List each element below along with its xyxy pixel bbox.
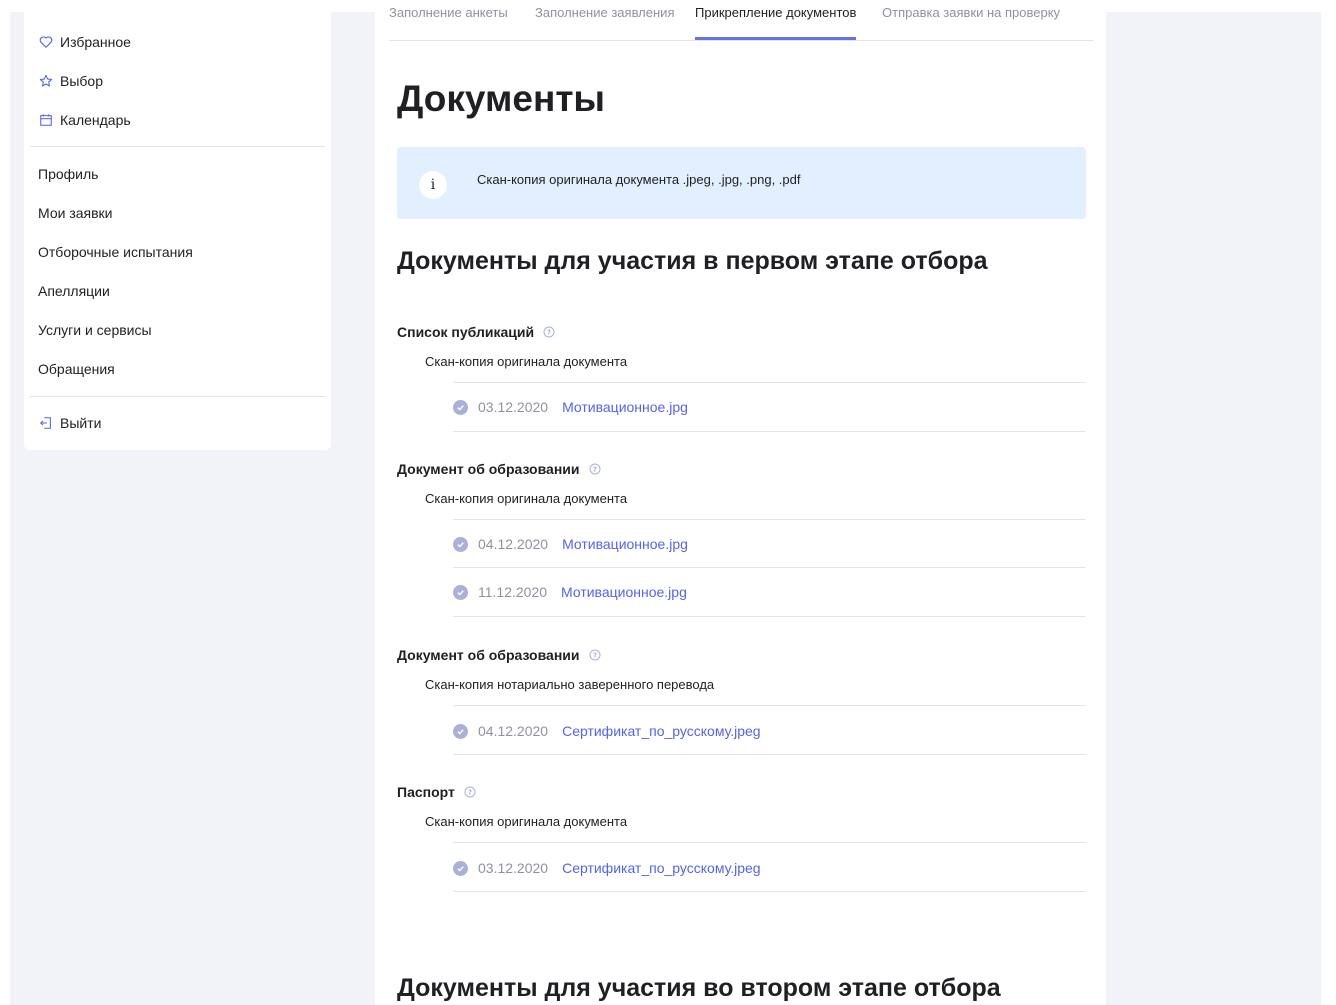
sidebar-item-services[interactable]: Услуги и сервисы (38, 320, 152, 340)
check-icon (453, 723, 468, 739)
sidebar-item-label: Профиль (38, 166, 99, 182)
divider (453, 616, 1086, 617)
check-icon (453, 860, 468, 876)
divider (453, 382, 1086, 383)
logout-button[interactable]: Выйти (38, 413, 101, 433)
logout-label: Выйти (60, 415, 102, 431)
document-group: Список публикаций ? Скан-копия оригинала… (397, 322, 1086, 432)
sidebar: Избранное Выбор Календарь Профиль Мои за… (24, 12, 331, 450)
sidebar-item-choice[interactable]: Выбор (38, 71, 103, 91)
divider (453, 431, 1086, 432)
document-group-title-text: Паспорт (397, 784, 455, 800)
file-row: 11.12.2020 Мотивационное.jpg (453, 582, 687, 602)
tab-attach-documents[interactable]: Прикрепление документов (695, 5, 857, 41)
document-group: Паспорт ? Скан-копия оригинала документа… (397, 782, 1086, 892)
file-row: 03.12.2020 Сертификат_по_русскому.jpeg (453, 858, 761, 878)
file-date: 03.12.2020 (478, 860, 549, 876)
svg-text:?: ? (547, 329, 551, 337)
svg-text:?: ? (592, 652, 596, 660)
sidebar-item-appeals[interactable]: Апелляции (38, 281, 110, 301)
document-group-title-text: Документ об образовании (397, 647, 580, 663)
section-title-first-stage: Документы для участия в первом этапе отб… (397, 247, 988, 275)
sidebar-divider (30, 146, 325, 147)
document-group: Документ об образовании ? Скан-копия нот… (397, 645, 1086, 755)
tab-statement[interactable]: Заполнение заявления (535, 5, 674, 41)
divider (453, 842, 1086, 843)
svg-text:?: ? (592, 466, 596, 474)
star-icon (38, 73, 54, 89)
document-group-subtitle: Скан-копия нотариально заверенного перев… (425, 677, 715, 692)
document-group-title-text: Список публикаций (397, 324, 535, 340)
sidebar-item-label: Отборочные испытания (38, 244, 193, 260)
sidebar-item-label: Избранное (60, 34, 131, 50)
info-icon: i (419, 171, 447, 199)
sidebar-divider (30, 396, 325, 397)
file-link[interactable]: Мотивационное.jpg (561, 584, 687, 600)
divider (453, 891, 1086, 892)
file-date: 04.12.2020 (478, 723, 549, 739)
sidebar-item-label: Календарь (60, 112, 131, 128)
divider (453, 567, 1086, 568)
info-text: Скан-копия оригинала документа .jpeg, .j… (477, 172, 801, 187)
sidebar-item-favorites[interactable]: Избранное (38, 32, 131, 52)
file-row: 03.12.2020 Мотивационное.jpg (453, 397, 688, 417)
help-icon[interactable]: ? (589, 649, 601, 661)
file-date: 03.12.2020 (478, 399, 549, 415)
document-group-subtitle: Скан-копия оригинала документа (425, 354, 628, 369)
sidebar-item-selection-tests[interactable]: Отборочные испытания (38, 242, 193, 262)
sidebar-item-label: Мои заявки (38, 205, 113, 221)
tab-questionnaire[interactable]: Заполнение анкеты (389, 5, 508, 41)
document-group-title: Паспорт ? (397, 782, 1086, 802)
file-date: 11.12.2020 (478, 584, 548, 600)
main-content: Заполнение анкеты Заполнение заявления П… (375, 5, 1106, 1005)
document-group-subtitle: Скан-копия оригинала документа (425, 491, 628, 506)
document-group-title: Документ об образовании ? (397, 459, 1086, 479)
document-group-title: Документ об образовании ? (397, 645, 1086, 665)
check-icon (453, 536, 468, 552)
document-group-title: Список публикаций ? (397, 322, 1086, 342)
sidebar-item-label: Выбор (60, 73, 103, 89)
sidebar-item-label: Обращения (38, 361, 115, 377)
sidebar-item-my-applications[interactable]: Мои заявки (38, 203, 112, 223)
sidebar-item-calendar[interactable]: Календарь (38, 110, 131, 130)
svg-text:?: ? (468, 789, 472, 797)
sidebar-item-profile[interactable]: Профиль (38, 164, 98, 184)
sidebar-item-label: Услуги и сервисы (38, 322, 152, 338)
help-icon[interactable]: ? (464, 786, 476, 798)
heart-icon (38, 34, 54, 50)
page-title: Документы (397, 78, 606, 119)
divider (453, 705, 1086, 706)
help-icon[interactable]: ? (589, 463, 601, 475)
help-icon[interactable]: ? (543, 326, 555, 338)
file-date: 04.12.2020 (478, 536, 549, 552)
step-tabs: Заполнение анкеты Заполнение заявления П… (389, 5, 1094, 41)
file-link[interactable]: Мотивационное.jpg (562, 536, 688, 552)
logout-icon (38, 415, 54, 431)
file-link[interactable]: Сертификат_по_русскому.jpeg (562, 723, 761, 739)
info-banner: i Скан-копия оригинала документа .jpeg, … (397, 147, 1086, 219)
section-title-second-stage: Документы для участия во втором этапе от… (397, 974, 1001, 1002)
file-row: 04.12.2020 Сертификат_по_русскому.jpeg (453, 721, 761, 741)
document-group-title-text: Документ об образовании (397, 461, 580, 477)
sidebar-item-requests[interactable]: Обращения (38, 359, 115, 379)
check-icon (453, 399, 468, 415)
calendar-icon (38, 112, 54, 128)
file-link[interactable]: Мотивационное.jpg (562, 399, 688, 415)
divider (453, 519, 1086, 520)
tab-send-for-review[interactable]: Отправка заявки на проверку (882, 5, 1060, 41)
check-icon (453, 584, 468, 600)
file-link[interactable]: Сертификат_по_русскому.jpeg (562, 860, 761, 876)
divider (453, 754, 1086, 755)
document-group: Документ об образовании ? Скан-копия ори… (397, 459, 1086, 617)
file-row: 04.12.2020 Мотивационное.jpg (453, 534, 688, 554)
sidebar-item-label: Апелляции (38, 283, 110, 299)
document-group-subtitle: Скан-копия оригинала документа (425, 814, 628, 829)
